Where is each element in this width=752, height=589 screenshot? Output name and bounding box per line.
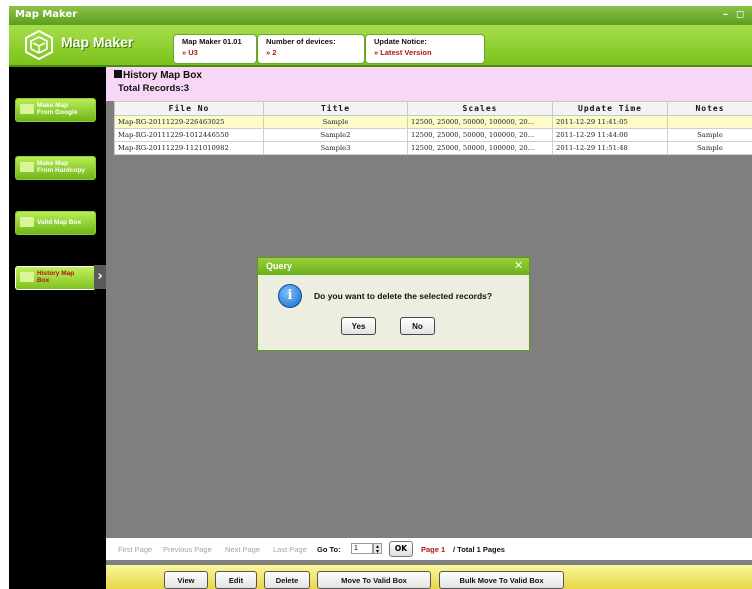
goto-page-input[interactable]: [351, 543, 373, 554]
dialog-title-bar: Query ✕: [258, 258, 529, 275]
square-icon: [114, 70, 122, 78]
devices-label: Number of devices:: [266, 37, 336, 46]
query-dialog: Query ✕ i Do you want to delete the sele…: [257, 257, 530, 351]
minimize-button[interactable]: –: [723, 9, 728, 20]
cell-update-time: 2011-12-29 11:51:48: [552, 141, 668, 155]
folder-icon: [20, 217, 34, 227]
window-title: Map Maker: [15, 9, 78, 20]
sidebar-item-valid-map-box[interactable]: Valid Map Box: [15, 211, 96, 235]
sidebar-item-make-map-from-google[interactable]: Make Map From Google: [15, 98, 96, 122]
previous-page-link[interactable]: Previous Page: [163, 545, 212, 554]
update-value: » Latest Version: [374, 48, 432, 57]
app-header: Map Maker Map Maker 01.01 » U3 Number of…: [9, 25, 752, 67]
dialog-message: Do you want to delete the selected recor…: [314, 291, 493, 301]
move-to-valid-box-button[interactable]: Move To Valid Box: [317, 571, 431, 589]
restore-button[interactable]: ◻: [736, 9, 744, 20]
cell-file-no: Map-RG-20111229-1121010982: [114, 141, 264, 155]
next-page-link[interactable]: Next Page: [225, 545, 260, 554]
yes-button[interactable]: Yes: [341, 317, 376, 335]
dialog-title: Query: [266, 261, 293, 271]
version-value: » U3: [182, 48, 198, 57]
table-row[interactable]: Map-RG-20111229-226463025 Sample 12500, …: [114, 115, 752, 129]
sidebar-item-label: Make Map From Google: [37, 102, 78, 116]
no-button[interactable]: No: [400, 317, 435, 335]
sidebar-item-label: Make Map From Hardcopy: [37, 160, 86, 174]
update-info-box: Update Notice: » Latest Version: [365, 34, 485, 64]
devices-value: » 2: [266, 48, 277, 57]
cell-scales: 12500, 25000, 50000, 100000, 20...: [407, 128, 553, 142]
info-icon: i: [278, 284, 302, 308]
cell-scales: 12500, 25000, 50000, 100000, 20...: [407, 115, 553, 129]
folder-icon: [20, 104, 34, 114]
cell-title: Sample3: [263, 141, 408, 155]
cell-update-time: 2011-12-29 11:41:05: [552, 115, 668, 129]
title-bar: Map Maker – ◻: [9, 6, 752, 25]
page-title: History Map Box: [114, 70, 202, 81]
action-toolbar: View Edit Delete Move To Valid Box Bulk …: [106, 565, 752, 589]
first-page-link[interactable]: First Page: [118, 545, 152, 554]
delete-button[interactable]: Delete: [264, 571, 310, 589]
sidebar-item-history-map-box[interactable]: History Map Box: [15, 266, 96, 290]
total-records: Total Records:3: [118, 83, 190, 94]
cell-notes: Sample: [667, 128, 752, 142]
pagination-bar: First Page Previous Page Next Page Last …: [106, 538, 752, 560]
spinner-icon[interactable]: ▴ ▾: [373, 543, 382, 555]
edit-button[interactable]: Edit: [215, 571, 257, 589]
cell-title: Sample: [263, 115, 408, 129]
version-info-box: Map Maker 01.01 » U3: [173, 34, 257, 64]
records-table: File No Title Scales Update Time Notes M…: [114, 101, 752, 155]
cell-file-no: Map-RG-20111229-226463025: [114, 115, 264, 129]
devices-info-box: Number of devices: » 2: [257, 34, 365, 64]
current-page: Page 1: [421, 545, 446, 554]
column-header-notes[interactable]: Notes: [667, 101, 752, 116]
cell-notes: [667, 115, 752, 129]
table-header-row: File No Title Scales Update Time Notes: [114, 101, 752, 116]
sidebar-item-label: History Map Box: [37, 270, 75, 284]
view-button[interactable]: View: [164, 571, 208, 589]
column-header-title[interactable]: Title: [263, 101, 408, 116]
map-maker-logo-icon: [25, 29, 53, 61]
bulk-move-to-valid-box-button[interactable]: Bulk Move To Valid Box: [439, 571, 564, 589]
folder-icon: [20, 272, 34, 282]
sidebar: Make Map From Google Make Map From Hardcop…: [9, 67, 106, 589]
chevron-right-icon: ›: [94, 265, 106, 289]
app-name: Map Maker: [61, 34, 134, 50]
update-label: Update Notice:: [374, 37, 427, 46]
column-header-scales[interactable]: Scales: [407, 101, 553, 116]
table-row[interactable]: Map-RG-20111229-1121010982 Sample3 12500…: [114, 141, 752, 155]
cell-scales: 12500, 25000, 50000, 100000, 20...: [407, 141, 553, 155]
goto-ok-button[interactable]: OK: [389, 541, 413, 557]
cell-notes: Sample: [667, 141, 752, 155]
cell-update-time: 2011-12-29 11:44:00: [552, 128, 668, 142]
total-pages: / Total 1 Pages: [453, 545, 505, 554]
app-window: Map Maker – ◻ Map Maker Map Maker 01.01 …: [9, 6, 752, 589]
box-header: History Map Box Total Records:3: [106, 67, 752, 101]
column-header-file-no[interactable]: File No: [114, 101, 264, 116]
cell-title: Sample2: [263, 128, 408, 142]
close-icon[interactable]: ✕: [514, 259, 523, 272]
sidebar-item-make-map-from-hardcopy[interactable]: Make Map From Hardcopy: [15, 156, 96, 180]
last-page-link[interactable]: Last Page: [273, 545, 307, 554]
cell-file-no: Map-RG-20111229-1012446550: [114, 128, 264, 142]
version-label: Map Maker 01.01: [182, 37, 242, 46]
goto-label: Go To:: [317, 545, 341, 554]
column-header-update-time[interactable]: Update Time: [552, 101, 668, 116]
folder-icon: [20, 162, 34, 172]
sidebar-item-label: Valid Map Box: [37, 219, 82, 226]
table-row[interactable]: Map-RG-20111229-1012446550 Sample2 12500…: [114, 128, 752, 142]
